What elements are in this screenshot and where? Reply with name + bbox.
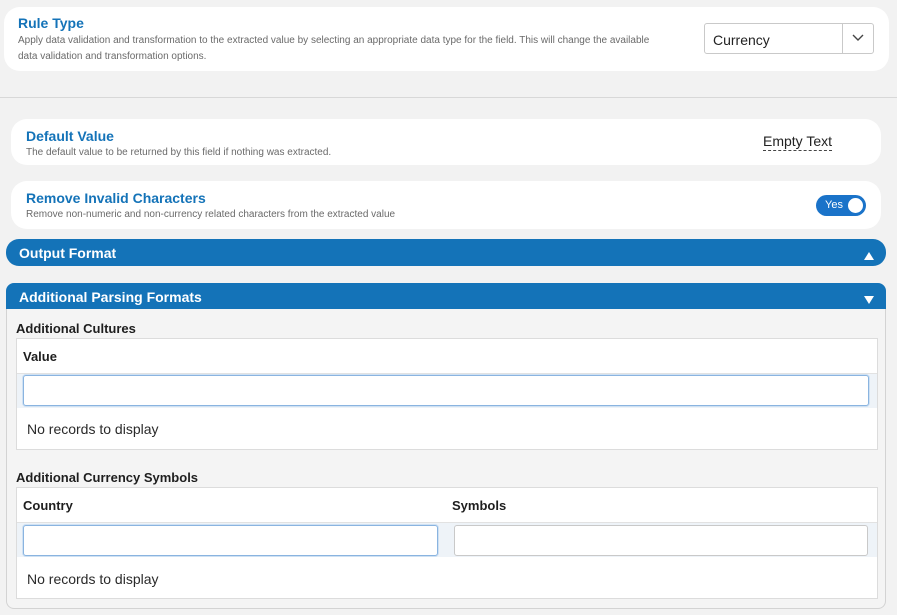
additional-parsing-header[interactable]: Additional Parsing Formats	[6, 283, 886, 309]
additional-cultures-grid: Value No records to display	[16, 338, 878, 450]
additional-currency-symbols-grid: Country Symbols No records to display	[16, 487, 878, 599]
remove-invalid-title: Remove Invalid Characters	[26, 190, 206, 206]
grid-header: Country Symbols	[17, 488, 877, 523]
column-header-country: Country	[23, 498, 73, 513]
default-value-title: Default Value	[26, 128, 114, 144]
additional-parsing-title: Additional Parsing Formats	[19, 289, 202, 305]
additional-parsing-panel: Additional Cultures Value No records to …	[6, 309, 886, 609]
symbols-input[interactable]	[454, 525, 868, 556]
output-format-title: Output Format	[19, 245, 117, 261]
grid-header: Value	[17, 339, 877, 374]
chevron-down-icon	[864, 292, 874, 308]
chevron-up-icon	[864, 248, 874, 264]
remove-invalid-toggle[interactable]: Yes	[816, 195, 866, 216]
section-divider	[0, 97, 897, 98]
rule-type-select[interactable]: Currency	[704, 23, 874, 54]
default-value-card: Default Value The default value to be re…	[11, 119, 881, 165]
no-records-message: No records to display	[27, 421, 159, 437]
rule-type-selected-value: Currency	[713, 32, 770, 48]
additional-currency-symbols-title: Additional Currency Symbols	[16, 470, 199, 485]
grid-edit-row	[17, 523, 877, 557]
no-records-message: No records to display	[27, 571, 159, 587]
column-header-symbols: Symbols	[452, 498, 507, 513]
rule-type-title: Rule Type	[18, 15, 84, 31]
default-value-description: The default value to be returned by this…	[26, 147, 332, 158]
rule-type-card: Rule Type Apply data validation and tran…	[4, 7, 889, 71]
chevron-down-icon[interactable]	[842, 24, 873, 53]
output-format-header[interactable]: Output Format	[6, 239, 886, 266]
column-header-value: Value	[23, 349, 57, 364]
default-value-editor[interactable]: Empty Text	[763, 133, 832, 151]
culture-value-input[interactable]	[23, 375, 869, 406]
rule-type-description: Apply data validation and transformation…	[18, 35, 650, 62]
toggle-label: Yes	[825, 199, 843, 211]
remove-invalid-card: Remove Invalid Characters Remove non-num…	[11, 181, 881, 229]
grid-edit-row	[17, 374, 877, 408]
additional-cultures-title: Additional Cultures	[16, 321, 136, 336]
toggle-knob	[848, 198, 863, 213]
country-input[interactable]	[23, 525, 438, 556]
remove-invalid-description: Remove non-numeric and non-currency rela…	[26, 209, 396, 220]
